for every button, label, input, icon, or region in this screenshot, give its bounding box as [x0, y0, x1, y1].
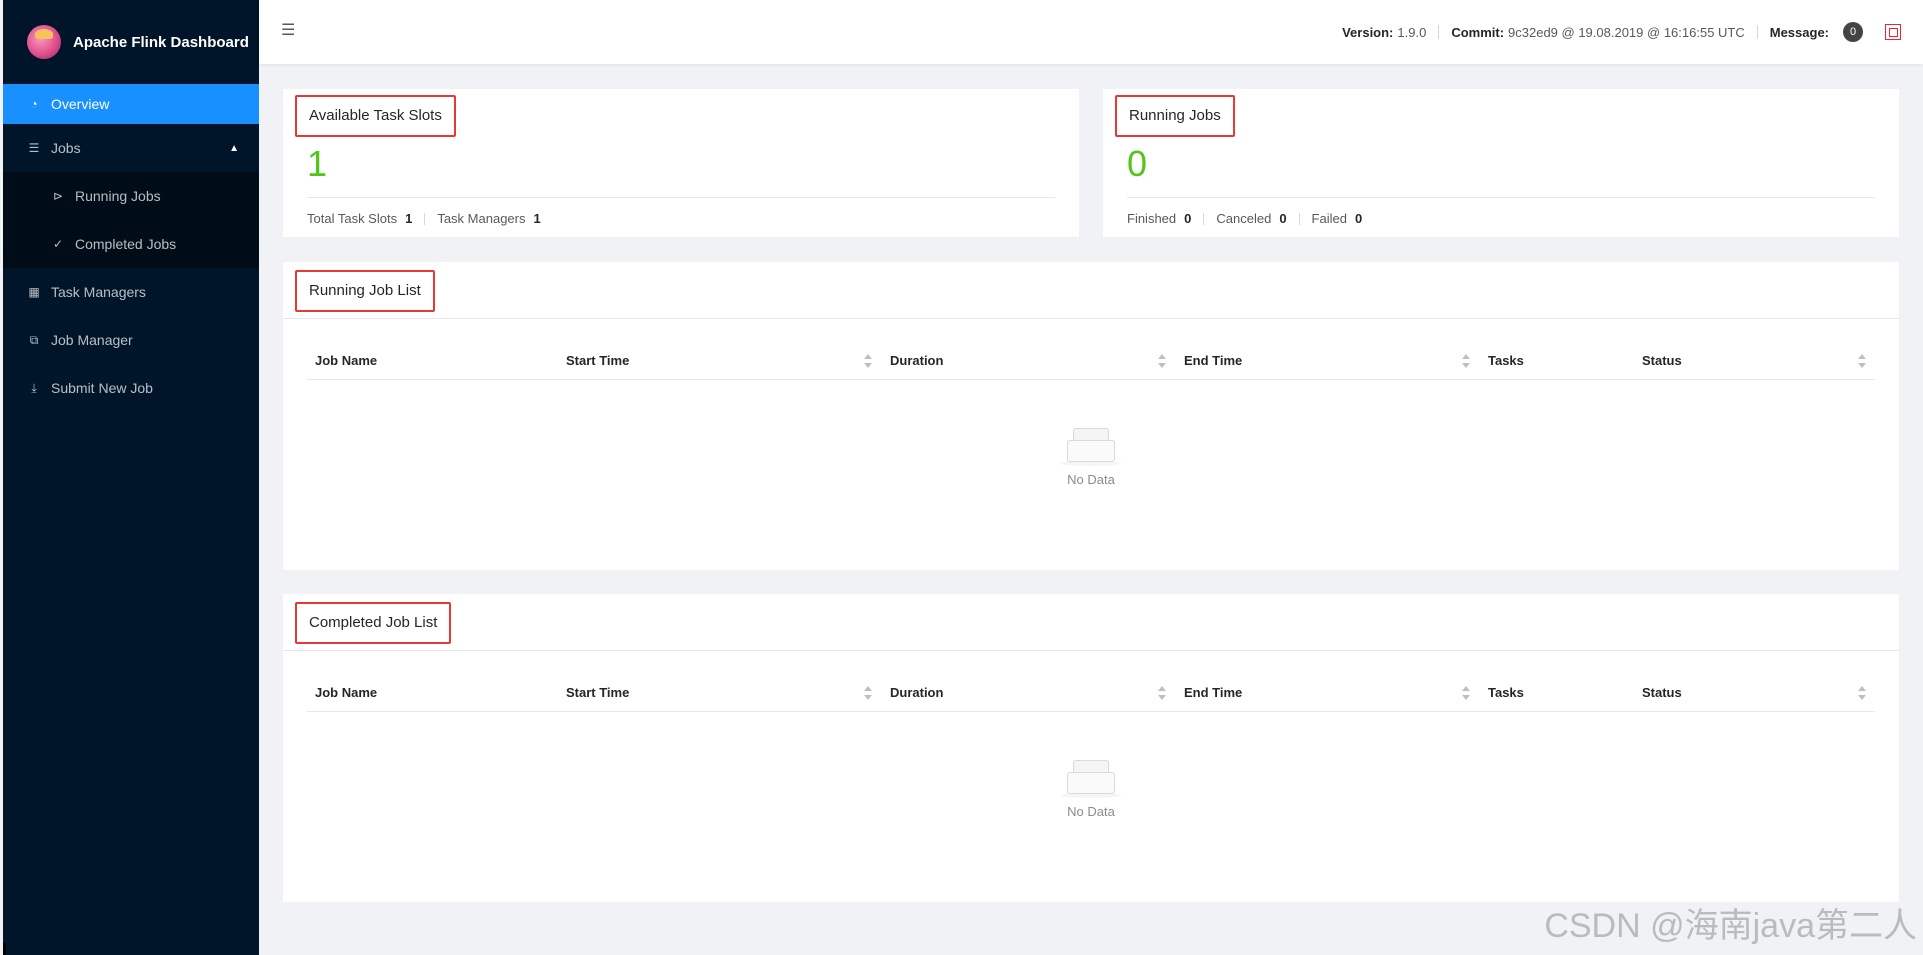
empty-state: No Data: [1031, 758, 1151, 819]
col-duration[interactable]: Duration: [890, 342, 943, 380]
col-duration[interactable]: Duration: [890, 674, 943, 712]
task-managers-label: Task Managers: [437, 211, 526, 226]
sidebar: Apache Flink Dashboard ◔ Overview ☰ Jobs…: [0, 0, 259, 955]
col-end-time[interactable]: End Time: [1184, 342, 1242, 380]
divider: [1203, 212, 1205, 225]
divider: [307, 197, 1055, 198]
divider: [1127, 197, 1875, 198]
sidebar-item-label: Task Managers: [51, 284, 146, 300]
sort-icon[interactable]: [864, 354, 872, 368]
version-label: Version:: [1342, 24, 1394, 40]
divider: [1438, 25, 1440, 39]
sidebar-item-label: Overview: [51, 96, 110, 112]
list-icon: ☰: [28, 141, 40, 155]
finished-value: 0: [1184, 211, 1192, 226]
sort-icon[interactable]: [1462, 354, 1470, 368]
sidebar-item-completed-jobs[interactable]: ✓ Completed Jobs: [3, 220, 259, 268]
running-job-list-title: Running Job List: [295, 270, 435, 312]
total-slots-value: 1: [405, 211, 413, 226]
flink-logo-icon: [27, 25, 61, 59]
sidebar-item-submit-new-job[interactable]: ⤓ Submit New Job: [3, 364, 259, 412]
chevron-up-icon: ▲: [229, 142, 239, 154]
sidebar-item-label: Submit New Job: [51, 380, 153, 396]
sort-icon[interactable]: [1462, 686, 1470, 700]
empty-text: No Data: [1067, 472, 1115, 487]
sidebar-item-job-manager[interactable]: ⧉ Job Manager: [3, 316, 259, 364]
empty-text: No Data: [1067, 804, 1115, 819]
empty-inbox-icon: [1061, 426, 1121, 466]
task-managers-value: 1: [533, 211, 541, 226]
cluster-icon: ⧉: [29, 332, 39, 347]
version-value: 1.9.0: [1397, 24, 1427, 40]
task-slots-card: Available Task Slots 1 Total Task Slots …: [283, 89, 1079, 237]
total-slots-label: Total Task Slots: [307, 211, 398, 226]
app-title: Apache Flink Dashboard: [73, 33, 249, 51]
running-jobs-title: Running Jobs: [1115, 95, 1235, 137]
sort-icon[interactable]: [1858, 686, 1866, 700]
divider: [1298, 212, 1300, 225]
divider: [424, 212, 426, 225]
completed-job-table-header: Job Name Start Time Duration End Time Ta…: [307, 674, 1875, 712]
empty-state: No Data: [1031, 426, 1151, 487]
sort-icon[interactable]: [864, 686, 872, 700]
sidebar-item-label: Completed Jobs: [75, 236, 177, 252]
canceled-value: 0: [1279, 211, 1287, 226]
menu-fold-icon[interactable]: ☰: [281, 20, 303, 42]
col-status[interactable]: Status: [1642, 674, 1682, 712]
col-tasks[interactable]: Tasks: [1488, 674, 1524, 712]
sidebar-item-running-jobs[interactable]: ⊳ Running Jobs: [3, 172, 259, 220]
schedule-icon: ▦: [28, 285, 40, 299]
task-slots-title: Available Task Slots: [295, 95, 456, 137]
divider: [283, 318, 1899, 319]
running-job-table-header: Job Name Start Time Duration End Time Ta…: [307, 342, 1875, 380]
commit-value: 9c32ed9 @ 19.08.2019 @ 16:16:55 UTC: [1508, 24, 1745, 40]
empty-inbox-icon: [1061, 758, 1121, 798]
sidebar-item-label: Jobs: [51, 140, 81, 156]
sort-icon[interactable]: [1858, 354, 1866, 368]
finished-label: Finished: [1127, 211, 1177, 226]
slots-stats: Total Task Slots 1 Task Managers 1: [307, 211, 541, 226]
sidebar-item-label: Running Jobs: [75, 188, 161, 204]
completed-job-list-title: Completed Job List: [295, 602, 452, 644]
fullscreen-icon[interactable]: [1885, 24, 1901, 40]
failed-label: Failed: [1311, 211, 1347, 226]
header-info: Version: 1.9.0 Commit: 9c32ed9 @ 19.08.2…: [1342, 0, 1901, 64]
col-status[interactable]: Status: [1642, 342, 1682, 380]
jobs-stats: Finished 0 Canceled 0 Failed 0: [1127, 211, 1362, 226]
col-job-name[interactable]: Job Name: [315, 674, 377, 712]
sort-icon[interactable]: [1158, 354, 1166, 368]
message-label: Message:: [1769, 24, 1829, 40]
corner-mark: [3, 943, 6, 955]
commit-label: Commit:: [1451, 24, 1505, 40]
col-job-name[interactable]: Job Name: [315, 342, 377, 380]
sidebar-item-overview[interactable]: ◔ Overview: [3, 84, 259, 124]
running-jobs-card: Running Jobs 0 Finished 0 Canceled 0 Fai…: [1103, 89, 1899, 237]
sidebar-item-label: Job Manager: [51, 332, 133, 348]
play-circle-icon: ⊳: [52, 189, 64, 203]
completed-job-list-card: Completed Job List Job Name Start Time D…: [283, 594, 1899, 902]
divider: [1756, 25, 1758, 39]
failed-value: 0: [1354, 211, 1363, 226]
sidebar-item-jobs[interactable]: ☰ Jobs ▲: [3, 124, 259, 172]
running-job-list-card: Running Job List Job Name Start Time Dur…: [283, 262, 1899, 570]
available-slots-value: 1: [307, 143, 328, 184]
watermark: CSDN @海南java第二人: [1544, 907, 1917, 945]
col-start-time[interactable]: Start Time: [566, 342, 629, 380]
upload-icon: ⤓: [31, 380, 37, 395]
canceled-label: Canceled: [1216, 211, 1272, 226]
header: ☰ Version: 1.9.0 Commit: 9c32ed9 @ 19.08…: [259, 0, 1923, 64]
sort-icon[interactable]: [1158, 686, 1166, 700]
col-start-time[interactable]: Start Time: [566, 674, 629, 712]
dashboard-icon: ◔: [30, 97, 38, 111]
brand[interactable]: Apache Flink Dashboard: [3, 0, 259, 84]
running-jobs-value: 0: [1127, 143, 1148, 184]
col-end-time[interactable]: End Time: [1184, 674, 1242, 712]
sidebar-item-task-managers[interactable]: ▦ Task Managers: [3, 268, 259, 316]
divider: [283, 650, 1899, 651]
check-circle-icon: ✓: [52, 237, 64, 251]
message-count-badge[interactable]: 0: [1843, 22, 1863, 42]
col-tasks[interactable]: Tasks: [1488, 342, 1524, 380]
